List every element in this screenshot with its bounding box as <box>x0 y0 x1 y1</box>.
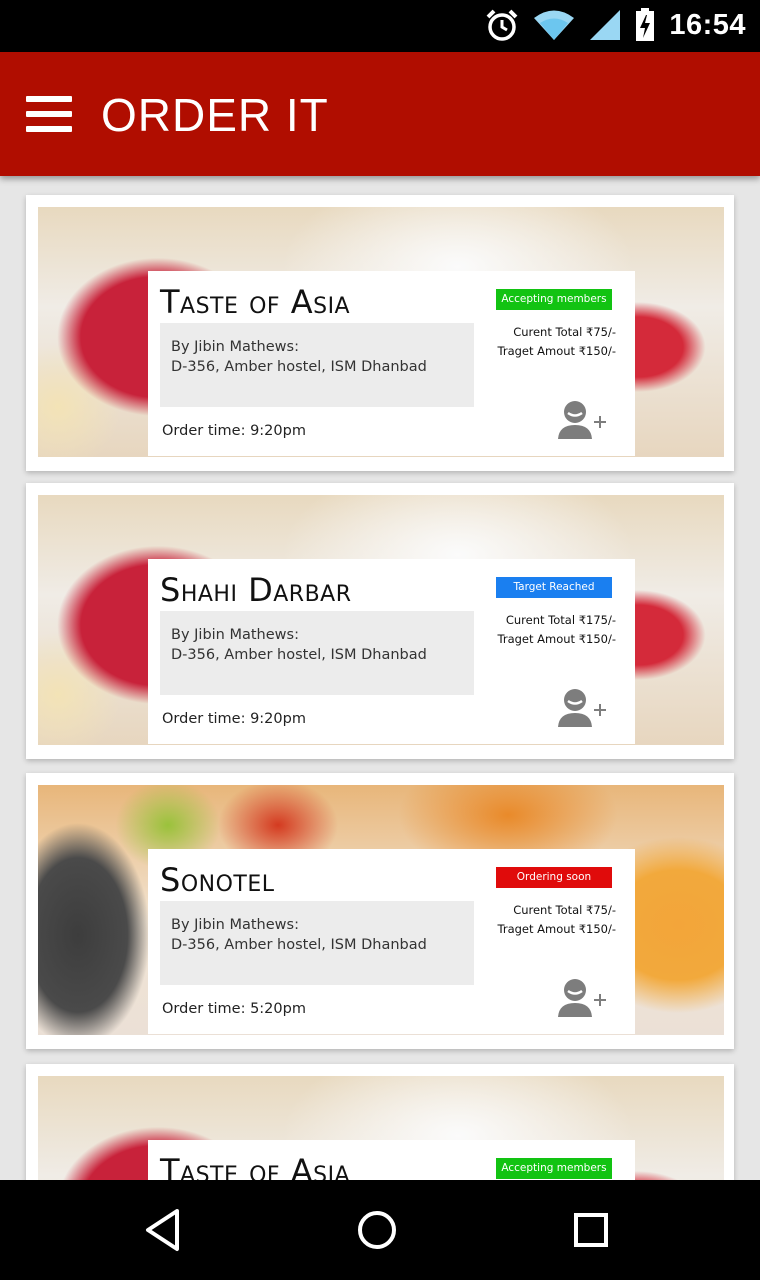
address-box: By Jibin Mathews: D-356, Amber hostel, I… <box>160 611 474 695</box>
target-amount: Traget Amout ₹150/- <box>497 344 617 358</box>
hamburger-menu-icon[interactable] <box>26 96 72 132</box>
order-by-line: By Jibin Mathews: <box>171 917 299 933</box>
alarm-icon <box>486 9 518 41</box>
order-card[interactable]: Taste of Asia Accepting members By Jibin… <box>26 195 734 471</box>
order-by-line: By Jibin Mathews: <box>171 627 299 643</box>
amounts: Curent Total ₹175/- Traget Amout ₹150/- <box>498 611 617 649</box>
app-title: ORDER IT <box>101 89 329 141</box>
status-badge: Target Reached <box>496 577 612 598</box>
amounts: Curent Total ₹75/- Traget Amout ₹150/- <box>498 323 617 361</box>
add-member-icon[interactable] <box>557 977 609 1017</box>
order-address: D-356, Amber hostel, ISM Dhanbad <box>171 359 427 375</box>
order-by-line: By Jibin Mathews: <box>171 339 299 355</box>
current-total: Curent Total ₹175/- <box>505 613 616 627</box>
address-box: By Jibin Mathews: D-356, Amber hostel, I… <box>160 901 474 985</box>
restaurant-name: Taste of Asia <box>160 1152 351 1180</box>
order-info-panel: Shahi Darbar Target Reached By Jibin Mat… <box>148 559 635 744</box>
add-member-icon[interactable] <box>557 399 609 439</box>
order-time: Order time: 9:20pm <box>162 423 306 439</box>
amounts: Curent Total ₹75/- Traget Amout ₹150/- <box>498 901 617 939</box>
order-info-panel: Taste of Asia Accepting members By Jibin… <box>148 271 635 456</box>
status-bar: 16:54 <box>0 0 760 52</box>
order-card[interactable]: Taste of Asia Accepting members <box>26 1064 734 1180</box>
restaurant-name: Shahi Darbar <box>160 571 352 609</box>
restaurant-name: Sonotel <box>160 861 275 899</box>
status-badge: Accepting members <box>496 1158 612 1179</box>
order-feed[interactable]: Taste of Asia Accepting members By Jibin… <box>0 176 760 1180</box>
status-icons: 16:54 <box>485 8 746 42</box>
order-card[interactable]: Shahi Darbar Target Reached By Jibin Mat… <box>26 483 734 759</box>
address-box: By Jibin Mathews: D-356, Amber hostel, I… <box>160 323 474 407</box>
battery-charging-icon <box>636 8 655 41</box>
current-total: Curent Total ₹75/- <box>513 325 616 339</box>
restaurant-name: Taste of Asia <box>160 283 351 321</box>
back-icon[interactable] <box>136 1205 190 1255</box>
home-icon[interactable] <box>350 1205 404 1255</box>
order-info-panel: Taste of Asia Accepting members <box>148 1140 635 1180</box>
signal-icon <box>590 10 621 40</box>
status-badge: Accepting members <box>496 289 612 310</box>
order-address: D-356, Amber hostel, ISM Dhanbad <box>171 647 427 663</box>
order-time: Order time: 5:20pm <box>162 1001 306 1017</box>
status-badge: Ordering soon <box>496 867 612 888</box>
system-nav-bar <box>0 1180 760 1280</box>
recents-icon[interactable] <box>564 1205 618 1255</box>
target-amount: Traget Amout ₹150/- <box>497 632 617 646</box>
order-card[interactable]: Sonotel Ordering soon By Jibin Mathews: … <box>26 773 734 1049</box>
order-info-panel: Sonotel Ordering soon By Jibin Mathews: … <box>148 849 635 1034</box>
status-clock: 16:54 <box>669 8 746 41</box>
order-address: D-356, Amber hostel, ISM Dhanbad <box>171 937 427 953</box>
target-amount: Traget Amout ₹150/- <box>497 922 617 936</box>
add-member-icon[interactable] <box>557 687 609 727</box>
app-bar: ORDER IT <box>0 52 760 176</box>
order-time: Order time: 9:20pm <box>162 711 306 727</box>
wifi-icon <box>534 10 575 40</box>
current-total: Curent Total ₹75/- <box>513 903 616 917</box>
